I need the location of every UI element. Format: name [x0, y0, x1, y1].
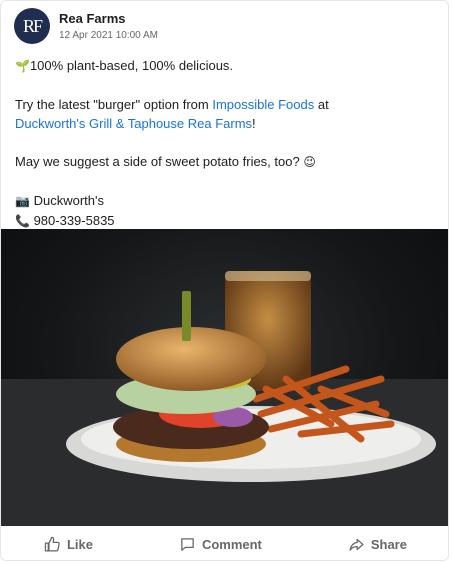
share-button[interactable]: Share: [348, 536, 407, 553]
post-line-4: 📷 Duckworth's: [15, 191, 435, 211]
author-name[interactable]: Rea Farms: [59, 11, 125, 26]
camera-icon: 📷: [15, 194, 30, 208]
wink-emoji-icon: 😉: [303, 155, 316, 169]
post-line-2: Try the latest "burger" option from Impo…: [15, 95, 435, 133]
phone-icon: 📞: [15, 214, 30, 228]
comment-button[interactable]: Comment: [179, 536, 262, 553]
post-header: RF Rea Farms 12 Apr 2021 10:00 AM: [14, 8, 434, 48]
post-line-3-text: May we suggest a side of sweet potato fr…: [15, 154, 300, 169]
comment-label: Comment: [201, 536, 262, 552]
impossible-foods-link[interactable]: Impossible Foods: [212, 97, 314, 112]
post-actions: Like Comment Share: [1, 526, 448, 560]
like-button[interactable]: Like: [44, 536, 93, 553]
post-line-5-text: 980-339-5835: [33, 213, 115, 228]
seedling-icon: 🌱: [15, 59, 30, 73]
duckworths-link[interactable]: Duckworth's Grill & Taphouse Rea Farms: [15, 116, 252, 131]
share-label: Share: [370, 536, 407, 552]
post-line-1-text: 100% plant-based, 100% delicious.: [29, 58, 234, 73]
post-card: RF Rea Farms 12 Apr 2021 10:00 AM 🌱100% …: [0, 0, 449, 561]
post-line-5: 📞 980-339-5835: [15, 211, 435, 231]
burger-photo-illustration: [1, 271, 448, 526]
like-label: Like: [66, 536, 93, 552]
avatar-initials: RF: [22, 15, 43, 36]
post-body: 🌱100% plant-based, 100% delicious. Try t…: [15, 56, 435, 231]
avatar[interactable]: RF: [14, 8, 50, 44]
post-line-2-post: !: [252, 116, 256, 131]
post-line-2-pre: Try the latest "burger" option from: [15, 97, 213, 112]
post-line-1: 🌱100% plant-based, 100% delicious.: [15, 56, 435, 76]
post-line-4-text: Duckworth's: [33, 193, 104, 208]
comment-icon: [181, 537, 194, 551]
thumbs-up-icon: [44, 536, 60, 552]
share-icon: [349, 538, 364, 551]
post-line-3: May we suggest a side of sweet potato fr…: [15, 152, 435, 172]
post-photo[interactable]: [1, 229, 448, 526]
post-line-2-mid: at: [314, 97, 329, 112]
post-timestamp: 12 Apr 2021 10:00 AM: [59, 30, 158, 41]
